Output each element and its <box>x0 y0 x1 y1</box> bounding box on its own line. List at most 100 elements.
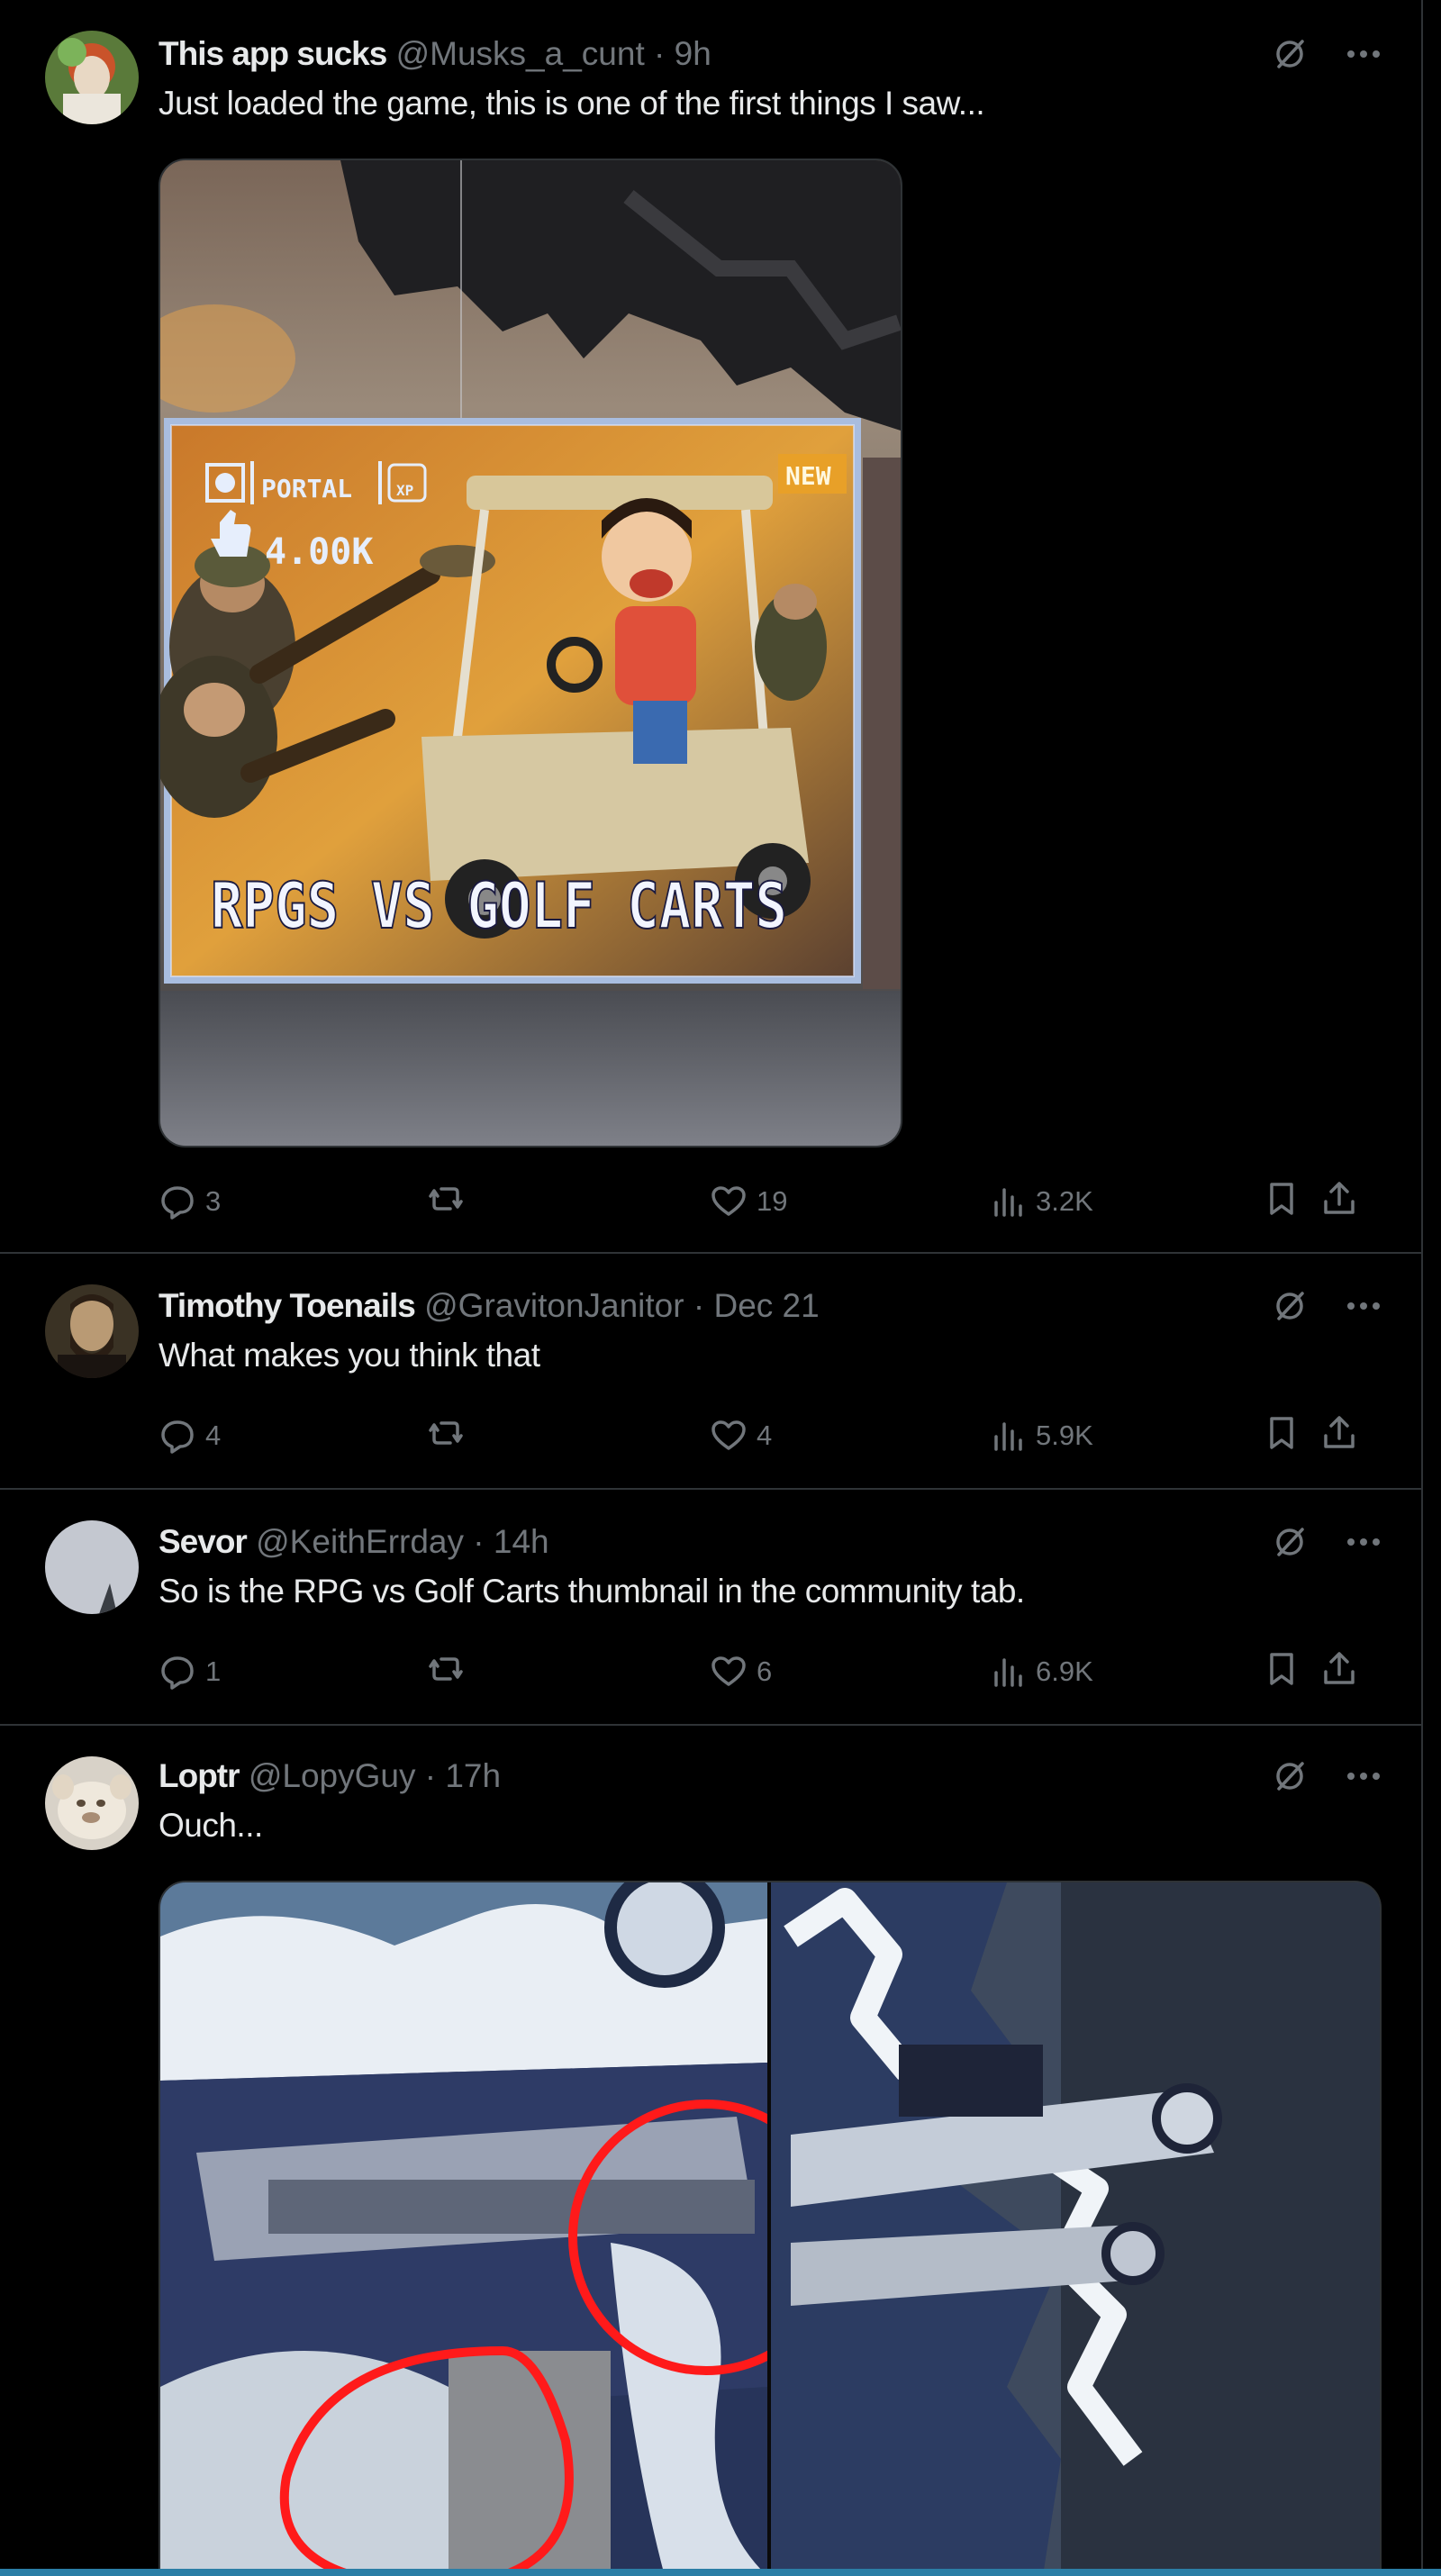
bookmark-icon <box>1263 1414 1301 1452</box>
grok-icon[interactable] <box>1270 1522 1310 1562</box>
views-count: 6.9K <box>1036 1655 1093 1687</box>
heart-icon <box>710 1417 748 1455</box>
bookmark-button[interactable] <box>1263 1414 1301 1452</box>
heart-icon <box>710 1183 748 1220</box>
views-count: 5.9K <box>1036 1420 1093 1451</box>
reply-feed: This app sucks @Musks_a_cunt · 9h Just l… <box>0 0 1423 2576</box>
author-name[interactable]: Loptr <box>159 1757 240 1794</box>
reply-count: 3 <box>205 1185 222 1217</box>
grok-icon[interactable] <box>1270 34 1310 74</box>
like-count: 6 <box>757 1655 773 1687</box>
post[interactable]: Timothy Toenails @GravitonJanitor · Dec … <box>0 1254 1421 1490</box>
author-name[interactable]: Sevor <box>159 1523 248 1560</box>
thumbnail-title: RPGS VS GOLF CARTS <box>211 869 787 943</box>
avatar[interactable] <box>45 1284 139 1378</box>
reply-count: 4 <box>205 1420 222 1451</box>
post-time[interactable]: 14h <box>494 1523 549 1560</box>
reply-button[interactable]: 1 <box>159 1650 221 1693</box>
bookmark-button[interactable] <box>1263 1180 1301 1218</box>
views-icon <box>989 1417 1027 1455</box>
views-icon <box>989 1653 1027 1691</box>
separator-dot: · <box>693 1287 705 1324</box>
new-badge: NEW <box>785 461 831 491</box>
grok-icon[interactable] <box>1270 1756 1310 1796</box>
like-count: 4 <box>757 1420 773 1451</box>
author-handle[interactable]: @LopyGuy <box>249 1757 416 1794</box>
reply-icon <box>159 1417 196 1455</box>
author-name[interactable]: Timothy Toenails <box>159 1287 416 1324</box>
post-time[interactable]: 17h <box>445 1757 501 1794</box>
avatar[interactable] <box>45 31 139 124</box>
post-top-actions <box>1270 34 1383 74</box>
views-icon <box>989 1183 1027 1220</box>
avatar[interactable] <box>45 1756 139 1850</box>
post-media-image[interactable]: PORTAL XP 4.00K NEW RPGS VS GOLF CARTS <box>159 159 902 1147</box>
repost-button[interactable] <box>427 1414 474 1452</box>
likes-count-label: 4.00K <box>265 531 373 573</box>
repost-button[interactable] <box>427 1180 474 1218</box>
repost-button[interactable] <box>427 1650 474 1688</box>
like-button[interactable]: 4 <box>710 1414 772 1457</box>
separator-dot: · <box>654 35 666 72</box>
post[interactable]: This app sucks @Musks_a_cunt · 9h Just l… <box>0 0 1421 1254</box>
post[interactable]: Loptr @LopyGuy · 17h Ouch... <box>0 1726 1421 2576</box>
more-icon[interactable] <box>1344 1756 1383 1796</box>
post[interactable]: Sevor @KeithErrday · 14h So is the RPG v… <box>0 1490 1421 1726</box>
like-count: 19 <box>757 1185 788 1217</box>
post-text: So is the RPG vs Golf Carts thumbnail in… <box>159 1573 1025 1610</box>
post-header: This app sucks @Musks_a_cunt · 9h <box>159 34 711 74</box>
more-icon[interactable] <box>1344 34 1383 74</box>
bookmark-icon <box>1263 1650 1301 1688</box>
author-handle[interactable]: @GravitonJanitor <box>424 1287 684 1324</box>
reply-button[interactable]: 4 <box>159 1414 221 1457</box>
post-action-bar: 4 4 5.9K <box>159 1414 1383 1457</box>
repost-icon <box>427 1180 465 1218</box>
views-button[interactable]: 3.2K <box>989 1180 1093 1223</box>
share-icon <box>1320 1414 1358 1452</box>
post-header: Timothy Toenails @GravitonJanitor · Dec … <box>159 1286 820 1326</box>
post-time[interactable]: Dec 21 <box>713 1287 819 1324</box>
repost-icon <box>427 1414 465 1452</box>
avatar[interactable] <box>45 1520 139 1614</box>
reply-count: 1 <box>205 1655 222 1687</box>
more-icon[interactable] <box>1344 1522 1383 1562</box>
portal-label: PORTAL <box>261 474 352 503</box>
grok-icon[interactable] <box>1270 1286 1310 1326</box>
post-media-image[interactable] <box>159 1881 1382 2576</box>
separator-dot: · <box>473 1523 485 1560</box>
heart-icon <box>710 1653 748 1691</box>
separator-dot: · <box>424 1757 437 1794</box>
post-top-actions <box>1270 1522 1383 1562</box>
like-button[interactable]: 19 <box>710 1180 787 1223</box>
post-action-bar: 3 19 3.2K <box>159 1180 1383 1223</box>
post-text: What makes you think that <box>159 1337 540 1374</box>
xp-label: XP <box>396 482 413 499</box>
author-handle[interactable]: @Musks_a_cunt <box>396 35 645 72</box>
repost-icon <box>427 1650 465 1688</box>
post-header: Sevor @KeithErrday · 14h <box>159 1522 549 1562</box>
reply-icon <box>159 1653 196 1691</box>
share-icon <box>1320 1180 1358 1218</box>
author-name[interactable]: This app sucks <box>159 35 387 72</box>
post-action-bar: 1 6 6.9K <box>159 1650 1383 1693</box>
post-top-actions <box>1270 1286 1383 1326</box>
views-button[interactable]: 5.9K <box>989 1414 1093 1457</box>
views-button[interactable]: 6.9K <box>989 1650 1093 1693</box>
bottom-accent-bar <box>0 2569 1441 2576</box>
bookmark-button[interactable] <box>1263 1650 1301 1688</box>
post-time[interactable]: 9h <box>675 35 711 72</box>
more-icon[interactable] <box>1344 1286 1383 1326</box>
like-button[interactable]: 6 <box>710 1650 772 1693</box>
author-handle[interactable]: @KeithErrday <box>256 1523 464 1560</box>
bookmark-icon <box>1263 1180 1301 1218</box>
post-text: Just loaded the game, this is one of the… <box>159 85 985 122</box>
post-text: Ouch... <box>159 1807 263 1844</box>
share-button[interactable] <box>1320 1650 1358 1688</box>
post-header: Loptr @LopyGuy · 17h <box>159 1756 501 1796</box>
share-button[interactable] <box>1320 1180 1358 1218</box>
post-top-actions <box>1270 1756 1383 1796</box>
views-count: 3.2K <box>1036 1185 1093 1217</box>
share-button[interactable] <box>1320 1414 1358 1452</box>
reply-button[interactable]: 3 <box>159 1180 221 1223</box>
reply-icon <box>159 1183 196 1220</box>
